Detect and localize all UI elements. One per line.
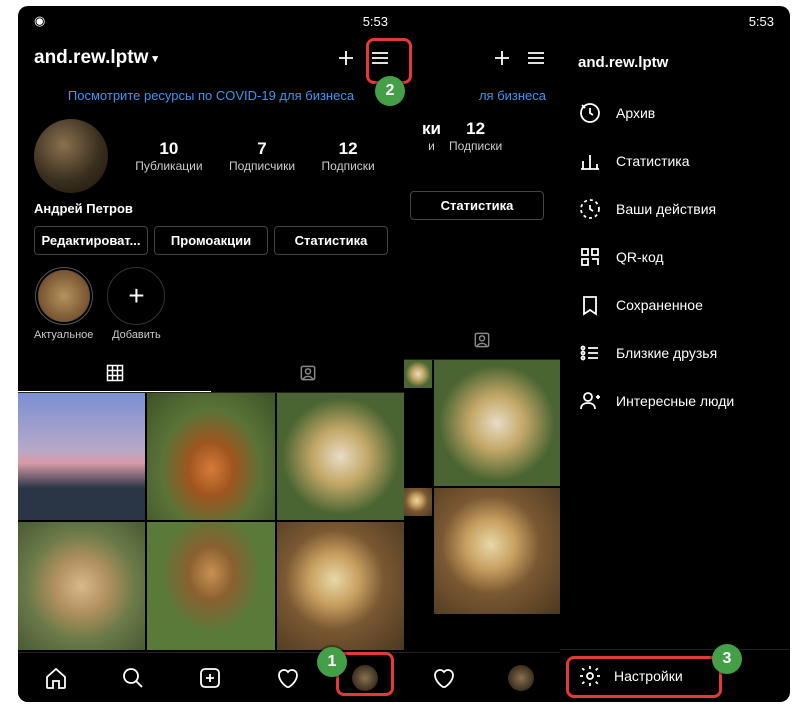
qr-icon (578, 245, 602, 269)
activity-tab[interactable] (431, 666, 455, 690)
insights-button[interactable]: Статистика (274, 226, 388, 255)
post-thumbnail[interactable] (434, 488, 560, 614)
create-button[interactable] (334, 46, 358, 70)
phone-left: ◉ 5:53 and.rew.lptw▾ Посмотрите ресурсы … (18, 6, 404, 702)
activity-icon (578, 197, 602, 221)
highlight-add[interactable]: +Добавить (107, 267, 165, 341)
post-thumbnail[interactable] (18, 393, 145, 520)
post-thumbnail[interactable] (404, 360, 432, 388)
menu-settings[interactable]: Настройки (560, 649, 790, 702)
menu-activity[interactable]: Ваши действия (560, 185, 790, 233)
post-thumbnail[interactable] (277, 393, 404, 520)
reels-tab[interactable] (198, 666, 222, 690)
plus-icon: + (128, 280, 144, 312)
following-stat[interactable]: 12Подписки (322, 139, 375, 173)
post-thumbnail[interactable] (404, 488, 432, 516)
tagged-tab[interactable] (404, 322, 560, 359)
promotions-button[interactable]: Промоакции (154, 226, 268, 255)
menu-username: and.rew.lptw (560, 46, 790, 89)
display-name: Андрей Петров (18, 201, 404, 226)
phone-right: ля бизнеса кии 12Подписки Статистика (404, 6, 560, 702)
menu-saved[interactable]: Сохраненное (560, 281, 790, 329)
followers-stat[interactable]: 7Подписчики (229, 139, 295, 173)
post-thumbnail[interactable] (18, 522, 145, 649)
archive-icon (578, 101, 602, 125)
stat-partial: кии (422, 119, 441, 153)
post-thumbnail[interactable] (434, 360, 560, 486)
activity-tab[interactable] (275, 666, 299, 690)
search-tab[interactable] (121, 666, 145, 690)
home-tab[interactable] (44, 666, 68, 690)
status-bar: ◉ 5:53 (18, 6, 404, 36)
person-add-icon (578, 389, 602, 413)
gear-icon (578, 664, 602, 688)
status-bar (404, 6, 560, 36)
feed-tabs (18, 355, 404, 393)
profile-avatar[interactable] (34, 119, 108, 193)
side-menu: 5:53 and.rew.lptw Архив Статистика Ваши … (560, 6, 790, 702)
highlights-row: Актуальное +Добавить (18, 267, 404, 355)
menu-archive[interactable]: Архив (560, 89, 790, 137)
post-thumbnail[interactable] (147, 522, 274, 649)
posts-stat[interactable]: 10Публикации (135, 139, 202, 173)
clock: 5:53 (363, 14, 388, 29)
viber-icon: ◉ (34, 13, 45, 29)
menu-discover[interactable]: Интересные люди (560, 377, 790, 425)
post-thumbnail[interactable] (147, 393, 274, 520)
chevron-down-icon: ▾ (152, 52, 158, 65)
following-stat[interactable]: 12Подписки (449, 119, 502, 153)
insights-button[interactable]: Статистика (410, 191, 544, 220)
menu-button[interactable] (368, 46, 392, 70)
menu-button[interactable] (524, 46, 548, 70)
profile-header: and.rew.lptw▾ (18, 36, 404, 80)
stats-icon (578, 149, 602, 173)
bookmark-icon (578, 293, 602, 317)
highlight-actual[interactable]: Актуальное (34, 267, 93, 341)
menu-close-friends[interactable]: Близкие друзья (560, 329, 790, 377)
profile-tab[interactable] (352, 665, 378, 691)
profile-header-partial (404, 36, 560, 80)
profile-tab[interactable] (508, 665, 534, 691)
grid-tab[interactable] (18, 355, 211, 392)
annotation-badge-2: 2 (375, 76, 405, 106)
annotation-badge-3: 3 (712, 644, 742, 674)
profile-buttons: Редактироват... Промоакции Статистика (18, 226, 404, 267)
profile-stats: 10Публикации 7Подписчики 12Подписки (18, 111, 404, 201)
covid-banner-partial[interactable]: ля бизнеса (404, 80, 560, 111)
posts-grid (18, 393, 404, 650)
edit-profile-button[interactable]: Редактироват... (34, 226, 148, 255)
menu-insights[interactable]: Статистика (560, 137, 790, 185)
list-icon (578, 341, 602, 365)
post-thumbnail[interactable] (277, 522, 404, 649)
clock: 5:53 (749, 14, 774, 29)
annotation-badge-1: 1 (317, 647, 347, 677)
covid-banner[interactable]: Посмотрите ресурсы по COVID-19 для бизне… (18, 80, 404, 111)
menu-qr[interactable]: QR-код (560, 233, 790, 281)
create-button[interactable] (490, 46, 514, 70)
username-dropdown[interactable]: and.rew.lptw▾ (34, 47, 158, 69)
tagged-tab[interactable] (211, 355, 404, 392)
bottom-nav-partial (404, 652, 560, 702)
